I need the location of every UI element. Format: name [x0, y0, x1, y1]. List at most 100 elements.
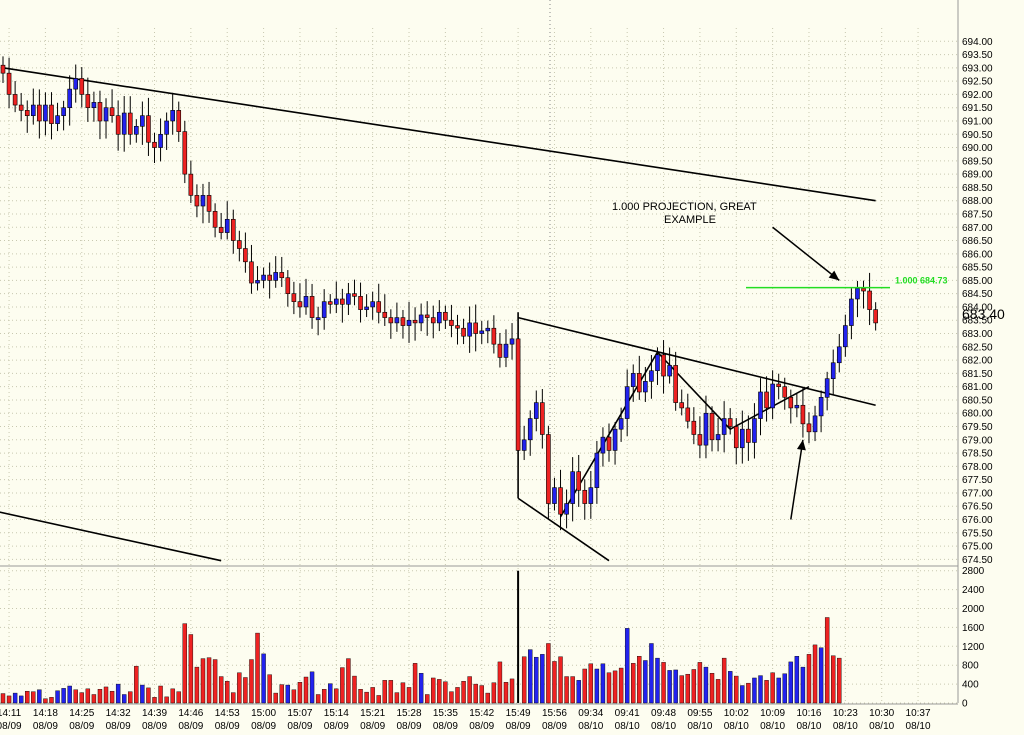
price-bar-body [752, 418, 757, 443]
x-tick-label: 10:30 [869, 708, 894, 719]
x-tick-date: 08/09 [469, 721, 494, 732]
price-bar-body [643, 381, 648, 393]
volume-bar [406, 687, 412, 704]
volume-bar [182, 623, 188, 704]
price-bar-body [576, 471, 582, 491]
volume-bar [6, 695, 12, 704]
price-bar-body [12, 94, 18, 106]
x-tick-label: 15:42 [469, 708, 494, 719]
volume-bar [297, 682, 303, 704]
volume-bar [67, 685, 72, 704]
x-tick-date: 08/09 [0, 721, 22, 732]
x-tick-date: 08/09 [178, 721, 203, 732]
volume-tick-label: 2400 [962, 585, 985, 596]
volume-bar [606, 672, 612, 704]
y-tick-label: 679.00 [962, 435, 993, 446]
volume-bar [570, 676, 575, 704]
volume-bar [746, 682, 751, 704]
price-bar-body [109, 107, 115, 116]
price-bar-body [182, 131, 188, 175]
price-bar-body [140, 115, 145, 127]
arrow-head [828, 270, 840, 281]
price-bar-body [800, 404, 806, 425]
volume-bar [764, 680, 769, 704]
price-bar-body [382, 311, 388, 318]
annotation-text-line1: 1.000 PROJECTION, GREAT [612, 201, 757, 213]
volume-bar [631, 663, 636, 704]
volume-bar [637, 656, 642, 704]
volume-bar [509, 678, 515, 704]
y-tick-label: 675.00 [962, 542, 993, 553]
price-bar-body [527, 418, 533, 441]
trendline [0, 511, 222, 562]
volume-tick-label: 400 [962, 680, 979, 691]
price-bar-body [285, 277, 291, 294]
x-tick-date: 08/10 [724, 721, 749, 732]
price-bar-body [685, 407, 691, 422]
price-bar-body [794, 404, 800, 409]
y-tick-label: 681.00 [962, 382, 993, 393]
volume-bar [806, 654, 812, 704]
price-bar-body [721, 418, 727, 435]
price-bar-body [158, 133, 163, 148]
x-tick-label: 14:11 [0, 708, 22, 719]
price-bar-body [412, 319, 418, 324]
price-bar-body [218, 226, 224, 233]
price-bar-body [515, 338, 521, 451]
volume-bar [109, 690, 115, 704]
volume-bar [618, 667, 624, 704]
price-bar-body [303, 296, 309, 308]
x-tick-label: 15:21 [360, 708, 385, 719]
y-tick-label: 688.50 [962, 183, 993, 194]
y-tick-label: 681.50 [962, 369, 993, 380]
price-bar-body [546, 434, 551, 504]
x-tick-label: 14:25 [69, 708, 94, 719]
volume-bar [600, 663, 606, 704]
y-tick-label: 692.50 [962, 77, 993, 88]
price-bar-body [127, 112, 133, 135]
price-chart[interactable]: 694.00 693.50 693.00 692.50 692.00 691.50 691.… [0, 0, 1024, 735]
volume-bar [558, 656, 563, 704]
volume-bar [255, 632, 260, 704]
price-bar-body [636, 373, 642, 393]
chart-window: 694.00 693.50 693.00 692.50 692.00 691.50 691.… [0, 0, 1024, 735]
volume-bar [352, 675, 357, 704]
volume-bar [655, 657, 660, 704]
volume-bar [770, 672, 775, 704]
volume-bar [388, 680, 394, 704]
volume-bar [279, 684, 284, 704]
volume-bar [146, 687, 151, 704]
volume-bar [261, 653, 266, 704]
y-tick-label: 691.50 [962, 103, 993, 114]
volume-bar [103, 686, 109, 704]
y-tick-label: 683.00 [962, 329, 993, 340]
volume-bar [703, 666, 709, 704]
x-tick-label: 10:37 [906, 708, 931, 719]
volume-bar [364, 691, 369, 704]
price-bar-body [461, 327, 466, 337]
volume-bar [564, 676, 569, 704]
x-tick-label: 14:46 [178, 708, 203, 719]
x-tick-label: 14:32 [106, 708, 131, 719]
volume-bar [128, 691, 133, 704]
volume-bar [643, 660, 648, 704]
price-bar-body [333, 298, 339, 305]
price-bar-body [661, 354, 666, 377]
price-bar-body [564, 503, 569, 515]
x-tick-label: 15:07 [287, 708, 312, 719]
x-tick-label: 09:41 [615, 708, 640, 719]
price-bar-body [588, 487, 594, 504]
y-tick-label: 690.50 [962, 130, 993, 141]
volume-bar [497, 661, 503, 704]
price-bar-body [849, 298, 854, 326]
volume-bar [152, 697, 157, 704]
price-bar-body [376, 301, 382, 313]
volume-bar [552, 661, 557, 704]
price-bar-body [843, 325, 848, 348]
volume-bar [734, 675, 739, 704]
price-bar-body [691, 420, 697, 435]
volume-bar [824, 617, 830, 704]
volume-bar [176, 691, 181, 704]
price-bar-body [321, 301, 327, 318]
volume-tick-label: 1200 [962, 642, 985, 653]
